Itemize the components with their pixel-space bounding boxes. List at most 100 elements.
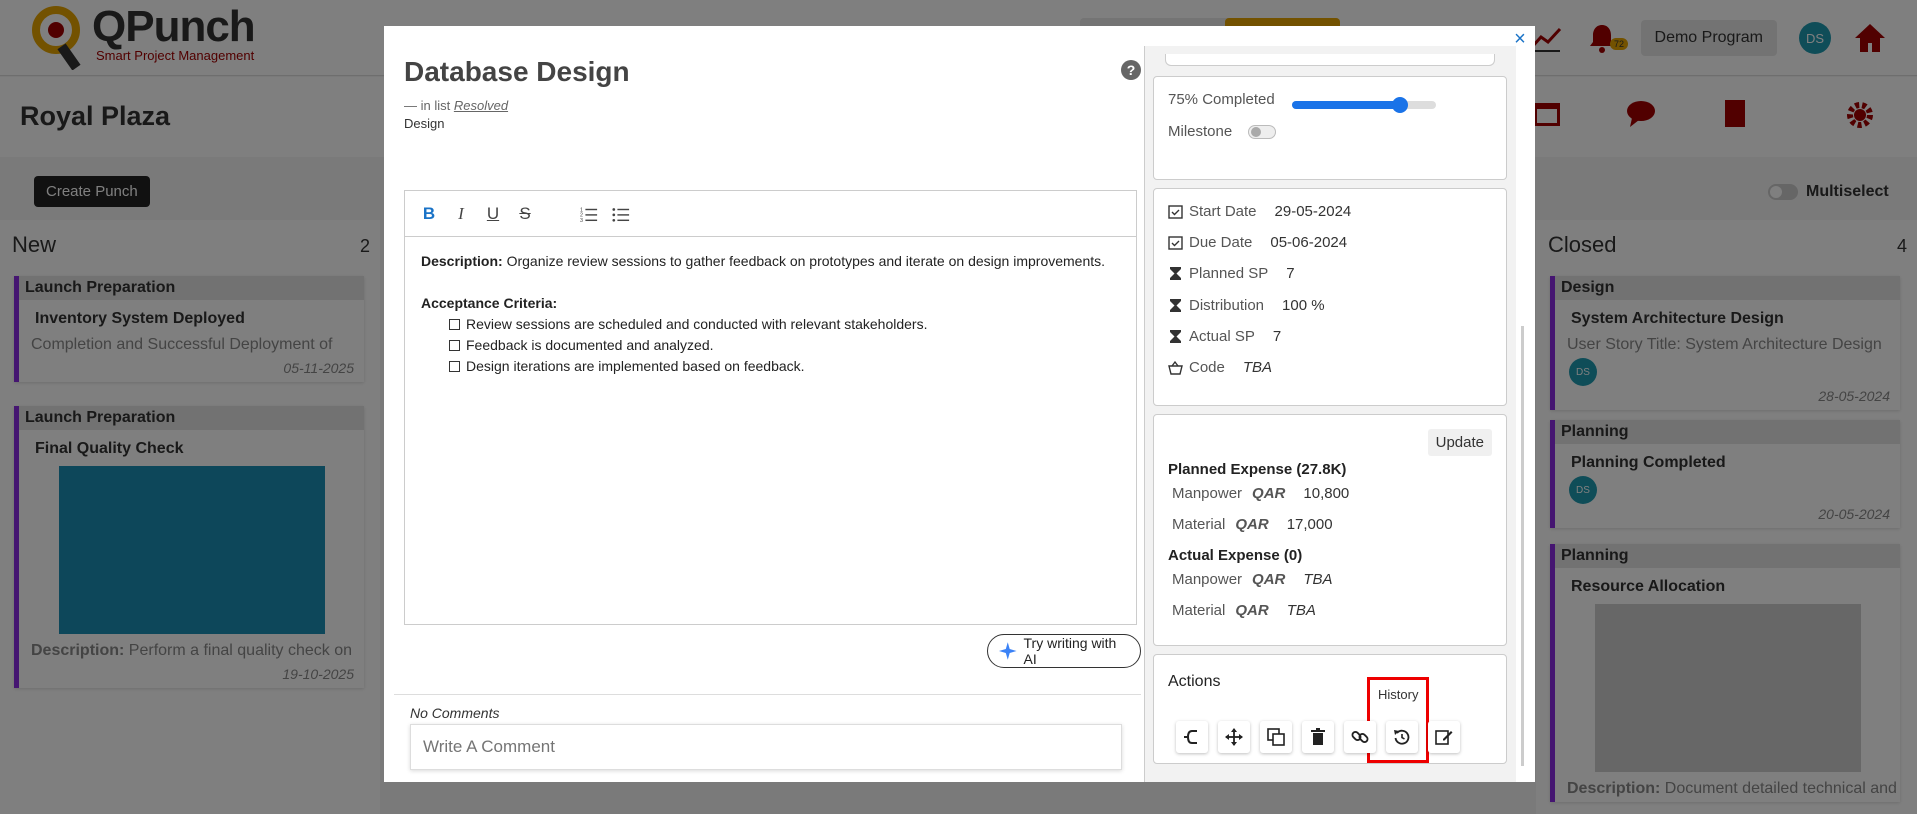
calendar-check-icon (1168, 236, 1183, 250)
progress-slider-fill (1292, 101, 1400, 109)
edit-button[interactable] (1428, 721, 1460, 753)
try-ai-button[interactable]: Try writing with AI (987, 634, 1141, 668)
code-label: Code (1189, 359, 1225, 376)
bold-button[interactable]: B (419, 204, 439, 224)
criteria-item: Review sessions are scheduled and conduc… (421, 314, 1120, 335)
branch-icon (1184, 730, 1197, 744)
details-panel: Start Date 29-05-2024 Due Date 05-06-202… (1153, 188, 1507, 406)
milestone-toggle[interactable] (1248, 124, 1277, 139)
move-arrows-icon (1225, 728, 1243, 746)
checkbox-icon (449, 319, 460, 330)
calendar-check-icon (1168, 205, 1183, 219)
due-date-label: Due Date (1189, 234, 1253, 251)
branch-button[interactable] (1176, 721, 1208, 753)
criteria-item: Design iterations are implemented based … (421, 356, 1120, 377)
currency-label: QAR (1235, 602, 1269, 619)
planned-sp-value: 7 (1286, 265, 1295, 282)
actions-panel: Actions History (1153, 654, 1507, 764)
comments-section: No Comments (394, 694, 1141, 770)
actual-material-value: TBA (1286, 602, 1316, 619)
comment-input[interactable] (410, 724, 1122, 770)
ordered-list-button[interactable]: 123 (579, 204, 599, 224)
actions-title: Actions (1168, 673, 1221, 690)
strikethrough-button[interactable]: S (515, 204, 535, 224)
progress-label: 75% Completed (1168, 91, 1275, 108)
delete-button[interactable] (1302, 721, 1334, 753)
history-icon (1394, 729, 1410, 745)
milestone-label: Milestone (1168, 123, 1233, 140)
editor-toolbar: B I U S 123 (405, 191, 1136, 237)
task-category: Design (404, 116, 445, 131)
task-title: Database Design (404, 56, 630, 87)
hourglass-icon (1170, 330, 1181, 343)
bullet-list-icon (612, 207, 630, 222)
actual-sp-row: Actual SP 7 (1168, 328, 1281, 345)
criteria-item: Feedback is documented and analyzed. (421, 335, 1120, 356)
progress-slider[interactable] (1292, 97, 1436, 113)
planned-sp-label: Planned SP (1189, 265, 1269, 282)
trash-icon (1311, 728, 1325, 745)
start-date-value: 29-05-2024 (1274, 203, 1352, 220)
checkbox-icon (449, 361, 460, 372)
in-list-prefix: — in list (404, 98, 451, 113)
planned-manpower-row: Manpower QAR 10,800 (1172, 485, 1349, 502)
due-date-row: Due Date 05-06-2024 (1168, 234, 1347, 251)
currency-label: QAR (1252, 485, 1286, 502)
material-label: Material (1172, 516, 1226, 533)
manpower-label: Manpower (1172, 485, 1243, 502)
actual-expense-title: Actual Expense (0) (1168, 547, 1303, 564)
side-pane-scrollbar[interactable] (1521, 326, 1524, 766)
progress-slider-handle[interactable] (1392, 97, 1408, 113)
description-editor[interactable]: B I U S 123 Description: Organize review… (404, 190, 1137, 625)
action-buttons (1176, 721, 1460, 753)
planned-sp-row: Planned SP 7 (1168, 265, 1295, 282)
manpower-label: Manpower (1172, 571, 1243, 588)
description-paragraph: Description: Organize review sessions to… (421, 251, 1120, 272)
editor-content[interactable]: Description: Organize review sessions to… (405, 237, 1136, 391)
task-main-pane: Database Design ? — in list Resolved Des… (394, 50, 1141, 776)
history-button[interactable] (1386, 721, 1418, 753)
distribution-value: 100 % (1282, 297, 1325, 314)
code-value: TBA (1242, 359, 1273, 376)
due-date-value: 05-06-2024 (1270, 234, 1348, 251)
no-comments-text: No Comments (410, 705, 500, 721)
task-detail-modal: × Database Design ? — in list Resolved D… (384, 26, 1535, 782)
planned-material-row: Material QAR 17,000 (1172, 516, 1333, 533)
description-label: Description: (421, 253, 503, 269)
link-icon (1351, 731, 1369, 743)
actual-manpower-value: TBA (1303, 571, 1333, 588)
acceptance-criteria-label: Acceptance Criteria: (421, 295, 558, 311)
ordered-list-icon: 123 (580, 207, 598, 223)
actual-manpower-row: Manpower QAR TBA (1172, 571, 1333, 588)
actual-sp-value: 7 (1272, 328, 1282, 345)
actual-sp-label: Actual SP (1189, 328, 1255, 345)
list-link[interactable]: Resolved (454, 98, 508, 113)
progress-panel: 75% Completed Milestone (1153, 76, 1507, 180)
collapsed-panel-edge (1165, 54, 1495, 66)
distribution-row: Distribution 100 % (1168, 297, 1325, 314)
hourglass-icon (1170, 299, 1181, 312)
move-button[interactable] (1218, 721, 1250, 753)
criteria-text: Design iterations are implemented based … (466, 358, 805, 374)
start-date-row: Start Date 29-05-2024 (1168, 203, 1351, 220)
italic-button[interactable]: I (451, 204, 471, 224)
milestone-row: Milestone (1168, 123, 1277, 140)
planned-manpower-value: 10,800 (1303, 485, 1350, 502)
material-label: Material (1172, 602, 1226, 619)
underline-button[interactable]: U (483, 204, 503, 224)
planned-material-value: 17,000 (1286, 516, 1333, 533)
help-icon[interactable]: ? (1121, 60, 1141, 80)
task-side-pane: 75% Completed Milestone Start Date 29-05… (1144, 46, 1516, 782)
copy-icon (1267, 728, 1285, 746)
bullet-list-button[interactable] (611, 204, 631, 224)
link-button[interactable] (1344, 721, 1376, 753)
try-ai-label: Try writing with AI (1023, 635, 1117, 667)
edit-note-icon (1435, 730, 1453, 745)
expense-panel: Update Planned Expense (27.8K) Manpower … (1153, 414, 1507, 646)
update-button[interactable]: Update (1427, 429, 1492, 456)
criteria-text: Feedback is documented and analyzed. (466, 337, 714, 353)
copy-button[interactable] (1260, 721, 1292, 753)
hourglass-icon (1170, 267, 1181, 280)
description-text: Organize review sessions to gather feedb… (506, 253, 1106, 269)
actual-material-row: Material QAR TBA (1172, 602, 1316, 619)
